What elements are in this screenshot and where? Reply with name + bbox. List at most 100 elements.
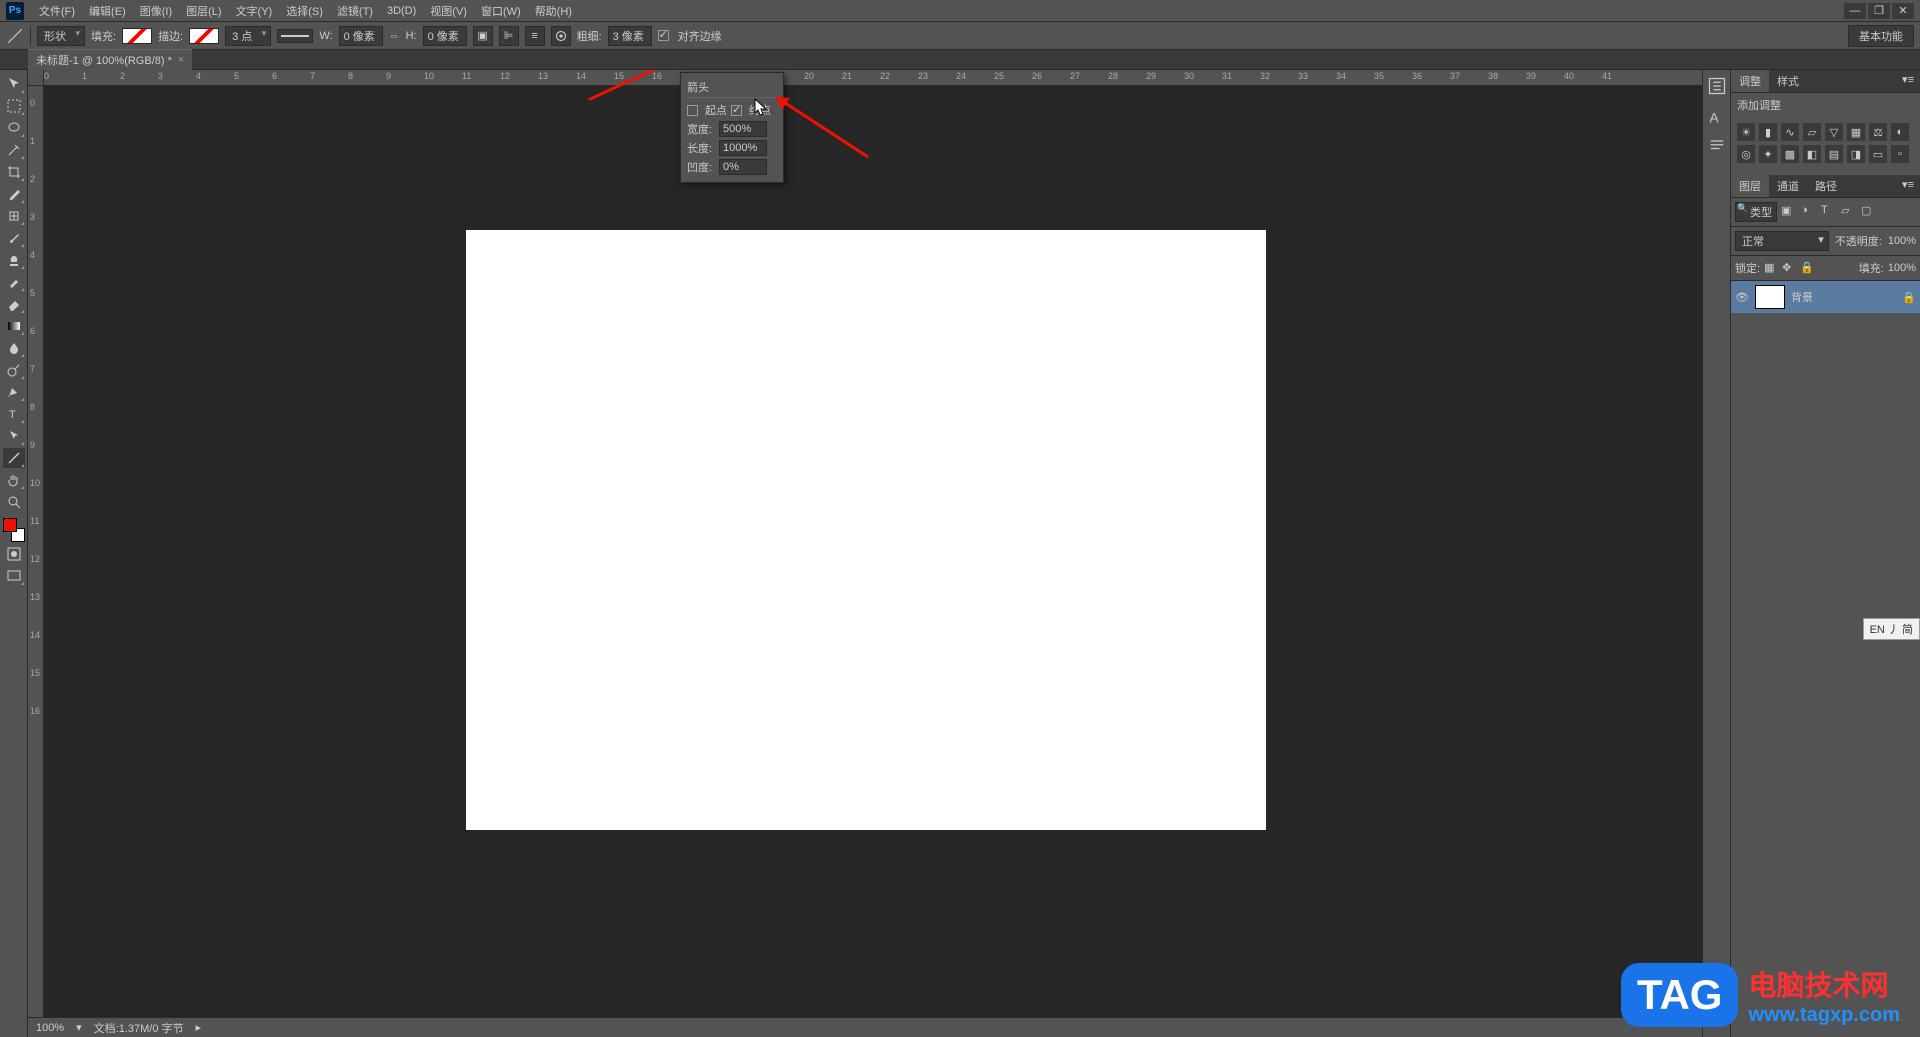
crop-tool[interactable]: [3, 162, 25, 182]
panel-menu-icon[interactable]: ▾≡: [1896, 70, 1920, 92]
lasso-tool[interactable]: [3, 118, 25, 138]
zoom-level[interactable]: 100%: [36, 1022, 64, 1034]
vibrance-icon[interactable]: ▽: [1825, 123, 1843, 141]
document-info[interactable]: 文档:1.37M/0 字节: [94, 1020, 184, 1036]
popup-concave-input[interactable]: [719, 159, 767, 175]
menu-select[interactable]: 选择(S): [279, 3, 330, 19]
brightness-icon[interactable]: ☀: [1737, 123, 1755, 141]
wand-tool[interactable]: [3, 140, 25, 160]
line-shape-tool[interactable]: [3, 448, 25, 468]
path-arrange-button[interactable]: ≡: [525, 26, 545, 46]
visibility-icon[interactable]: 👁: [1735, 291, 1749, 304]
link-icon[interactable]: ⇔: [389, 30, 400, 42]
weight-input[interactable]: 3 像素: [608, 26, 652, 46]
path-align-button[interactable]: ⊫: [499, 26, 519, 46]
screen-mode-toggle[interactable]: [3, 566, 25, 586]
popup-length-input[interactable]: [719, 140, 767, 156]
menu-image[interactable]: 图像(I): [133, 3, 179, 19]
menu-filter[interactable]: 滤镜(T): [330, 3, 380, 19]
filter-image-icon[interactable]: ▣: [1781, 204, 1797, 220]
color-balance-icon[interactable]: ⚖: [1869, 123, 1887, 141]
tool-mode-dropdown[interactable]: 形状: [37, 26, 85, 46]
blend-mode-dropdown[interactable]: 正常: [1735, 231, 1829, 251]
document-info-dropdown-icon[interactable]: ▸: [196, 1021, 202, 1034]
dodge-tool[interactable]: [3, 360, 25, 380]
popup-width-input[interactable]: [719, 121, 767, 137]
minimize-button[interactable]: —: [1844, 3, 1866, 19]
menu-edit[interactable]: 编辑(E): [82, 3, 133, 19]
layers-panel-menu-icon[interactable]: ▾≡: [1896, 175, 1920, 197]
character-panel-icon[interactable]: A: [1707, 106, 1727, 126]
curves-icon[interactable]: ∿: [1781, 123, 1799, 141]
gradient-map-icon[interactable]: ▭: [1869, 145, 1887, 163]
styles-tab[interactable]: 样式: [1769, 70, 1807, 92]
quick-mask-toggle[interactable]: [3, 544, 25, 564]
layer-filter-type[interactable]: 类型: [1735, 202, 1777, 222]
pen-tool[interactable]: [3, 382, 25, 402]
marquee-tool[interactable]: [3, 96, 25, 116]
zoom-dropdown-icon[interactable]: ▾: [76, 1021, 82, 1034]
opacity-value[interactable]: 100%: [1888, 235, 1916, 247]
path-select-tool[interactable]: [3, 426, 25, 446]
horizontal-ruler[interactable]: 0123456789101112131415161718192021222324…: [44, 70, 1702, 86]
eraser-tool[interactable]: [3, 294, 25, 314]
layers-tab[interactable]: 图层: [1731, 175, 1769, 197]
channel-mixer-icon[interactable]: ✦: [1759, 145, 1777, 163]
hue-icon[interactable]: ▦: [1847, 123, 1865, 141]
bw-icon[interactable]: ◐: [1891, 123, 1909, 141]
exposure-icon[interactable]: ▱: [1803, 123, 1821, 141]
photo-filter-icon[interactable]: ◎: [1737, 145, 1755, 163]
align-edges-checkbox[interactable]: [658, 30, 669, 41]
menu-file[interactable]: 文件(F): [32, 3, 82, 19]
filter-adjust-icon[interactable]: ◑: [1801, 204, 1817, 220]
menu-window[interactable]: 窗口(W): [474, 3, 528, 19]
stroke-width-dropdown[interactable]: 3 点: [225, 26, 271, 46]
adjustments-tab[interactable]: 调整: [1731, 70, 1769, 92]
menu-layer[interactable]: 图层(L): [179, 3, 228, 19]
posterize-icon[interactable]: ▤: [1825, 145, 1843, 163]
filter-shape-icon[interactable]: ▱: [1841, 204, 1857, 220]
selective-color-icon[interactable]: ▫: [1891, 145, 1909, 163]
path-ops-button[interactable]: ▣: [473, 26, 493, 46]
ruler-origin[interactable]: [28, 70, 44, 86]
lock-position-icon[interactable]: ✥: [1782, 261, 1796, 275]
color-swatches[interactable]: [3, 518, 25, 542]
menu-help[interactable]: 帮助(H): [528, 3, 579, 19]
lock-pixels-icon[interactable]: ▦: [1764, 261, 1778, 275]
tab-close-icon[interactable]: ×: [178, 54, 184, 66]
type-tool[interactable]: T: [3, 404, 25, 424]
workspace-switcher[interactable]: 基本功能: [1848, 25, 1914, 47]
height-input[interactable]: 0 像素: [423, 26, 467, 46]
paths-tab[interactable]: 路径: [1807, 175, 1845, 197]
gradient-tool[interactable]: [3, 316, 25, 336]
stroke-style-dropdown[interactable]: [277, 29, 313, 43]
channels-tab[interactable]: 通道: [1769, 175, 1807, 197]
maximize-button[interactable]: ❐: [1868, 3, 1890, 19]
fill-opacity-value[interactable]: 100%: [1888, 262, 1916, 274]
stroke-swatch[interactable]: [189, 28, 219, 44]
zoom-tool[interactable]: [3, 492, 25, 512]
document-canvas[interactable]: [466, 230, 1266, 830]
eyedropper-tool[interactable]: [3, 184, 25, 204]
history-brush-tool[interactable]: [3, 272, 25, 292]
gear-button[interactable]: [551, 26, 571, 46]
layer-thumbnail[interactable]: [1755, 285, 1785, 309]
menu-type[interactable]: 文字(Y): [229, 3, 280, 19]
vertical-ruler[interactable]: 012345678910111213141516: [28, 86, 44, 1037]
document-tab[interactable]: 未标题-1 @ 100%(RGB/8) * ×: [28, 49, 192, 70]
stamp-tool[interactable]: [3, 250, 25, 270]
menu-view[interactable]: 视图(V): [423, 3, 474, 19]
filter-smart-icon[interactable]: ▢: [1861, 204, 1877, 220]
start-checkbox[interactable]: [687, 105, 698, 116]
history-panel-icon[interactable]: [1707, 76, 1727, 96]
brush-tool[interactable]: [3, 228, 25, 248]
lock-all-icon[interactable]: 🔒: [1800, 261, 1814, 275]
layer-background[interactable]: 👁 背景 🔒: [1731, 281, 1920, 313]
fill-swatch[interactable]: [122, 28, 152, 44]
ime-indicator[interactable]: EN 丿 简: [1863, 618, 1920, 640]
levels-icon[interactable]: ▮: [1759, 123, 1777, 141]
width-input[interactable]: 0 像素: [339, 26, 383, 46]
threshold-icon[interactable]: ◨: [1847, 145, 1865, 163]
invert-icon[interactable]: ◧: [1803, 145, 1821, 163]
close-button[interactable]: ✕: [1892, 3, 1914, 19]
